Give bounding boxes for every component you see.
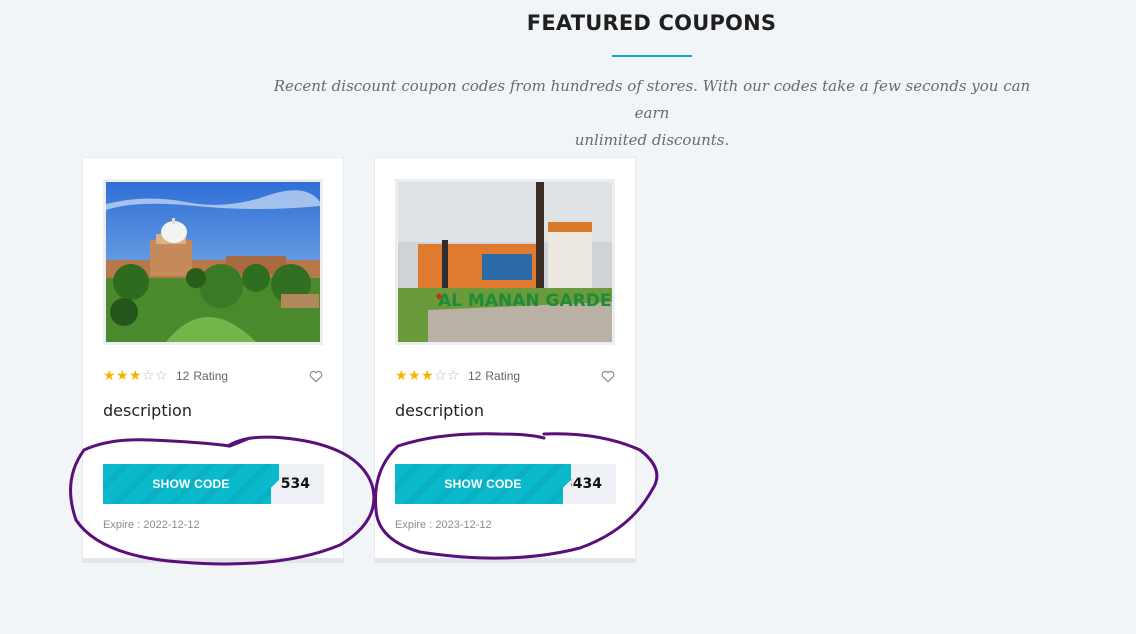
garden-entrance-photo: AL MANAN GARDEN: [398, 182, 612, 342]
star-empty-icon: ☆: [434, 368, 447, 384]
expire-date: Expire : 2022-12-12: [103, 519, 200, 531]
coupon-description: description: [395, 401, 484, 420]
title-underline: [612, 55, 692, 57]
star-filled-icon: ★: [129, 368, 142, 384]
star-empty-icon: ☆: [155, 368, 168, 384]
rating-count: 12: [468, 369, 482, 383]
star-empty-icon: ☆: [142, 368, 155, 384]
rating-label: Rating: [485, 369, 521, 383]
star-filled-icon: ★: [395, 368, 408, 384]
rating-count: 12: [176, 369, 190, 383]
show-code-button[interactable]: SHOW CODE: [103, 464, 279, 504]
rating: ★ ★ ★ ☆ ☆ 12 Rating: [395, 368, 520, 384]
section-subtitle: Recent discount coupon codes from hundre…: [262, 73, 1042, 154]
star-empty-icon: ☆: [447, 368, 460, 384]
rating-stars: ★ ★ ★ ☆ ☆: [103, 369, 168, 383]
show-code-button[interactable]: SHOW CODE: [395, 464, 571, 504]
code-box: 3434 SHOW CODE: [395, 464, 616, 504]
heart-outline-icon[interactable]: [600, 368, 616, 384]
sign-text: AL MANAN GARDEN: [438, 291, 612, 311]
coupon-code-peek: 534: [280, 476, 310, 492]
subtitle-line-1: Recent discount coupon codes from hundre…: [273, 77, 1031, 122]
shrine-landscape-photo: [106, 182, 320, 342]
star-filled-icon: ★: [103, 368, 116, 384]
rating-label: Rating: [193, 369, 229, 383]
coupon-card: ★ ★ ★ ☆ ☆ 12 Rating description 534 SHOW…: [82, 157, 344, 563]
star-filled-icon: ★: [116, 368, 129, 384]
section-title: FEATURED COUPONS: [526, 11, 777, 35]
star-filled-icon: ★: [421, 368, 434, 384]
coupon-image[interactable]: AL MANAN GARDEN: [395, 179, 615, 345]
coupon-image[interactable]: [103, 179, 323, 345]
rating-stars: ★ ★ ★ ☆ ☆: [395, 369, 460, 383]
heart-outline-icon[interactable]: [308, 368, 324, 384]
coupon-card: AL MANAN GARDEN ★ ★ ★ ☆ ☆ 12 Rating desc…: [374, 157, 636, 563]
coupon-description: description: [103, 401, 192, 420]
code-box: 534 SHOW CODE: [103, 464, 324, 504]
subtitle-line-2: unlimited discounts.: [574, 131, 730, 149]
rating: ★ ★ ★ ☆ ☆ 12 Rating: [103, 368, 228, 384]
expire-date: Expire : 2023-12-12: [395, 519, 492, 531]
star-filled-icon: ★: [408, 368, 421, 384]
